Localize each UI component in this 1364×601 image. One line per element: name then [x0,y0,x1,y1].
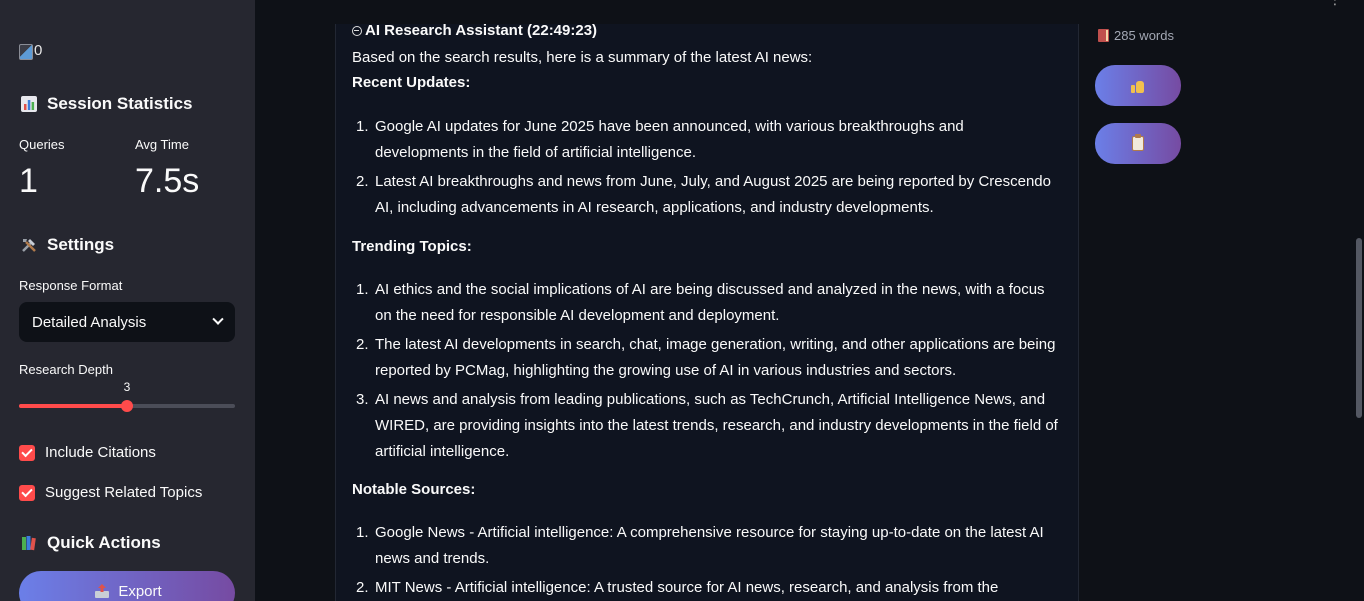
scrollbar[interactable] [1356,238,1362,418]
response-format-label: Response Format [19,278,123,293]
clipboard-icon [1132,134,1144,151]
research-depth-label: Research Depth [19,362,113,377]
settings-title: Settings [47,235,115,254]
notable-sources-list: 1. Google News - Artificial intelligence:… [356,520,1061,601]
recent-updates-list: 1. Google AI updates for June 2025 have b… [356,114,1061,224]
suggest-topics-label: Suggest Related Topics [45,484,203,501]
slider-fill [19,404,127,408]
include-citations-checkbox-row[interactable]: Include Citations [19,444,156,461]
logo: 0 [19,42,42,60]
include-citations-label: Include Citations [45,444,156,461]
app-root: 0 Session Statistics Queries 1 Avg Time … [0,0,1364,601]
robot-face-icon [352,25,362,36]
assistant-header-text: AI Research Assistant (22:49:23) [365,22,598,39]
chevron-down-icon [212,313,224,325]
books-icon [19,533,39,553]
logo-alt-text: 0 [34,42,43,59]
intro-text: Based on the search results, here is a s… [352,49,813,66]
list-item: 2. MIT News - Artificial intelligence: A … [356,579,999,596]
queries-value: 1 [19,162,38,200]
settings-heading: Settings [19,235,114,255]
word-count-text: 285 words [1114,28,1174,43]
list-item: 1. Google AI updates for June 2025 have b… [356,118,964,161]
hammer-wrench-icon [19,235,39,255]
avg-time-label: Avg Time [135,137,189,152]
research-depth-slider[interactable] [19,400,235,412]
slider-thumb[interactable] [121,400,133,412]
suggest-topics-checkbox[interactable] [19,484,35,501]
word-count: 285 words [1098,28,1174,43]
response-format-value: Detailed Analysis [32,313,147,331]
assistant-header: AI Research Assistant (22:49:23) [352,22,597,39]
outbox-tray-icon [92,581,112,601]
avg-time-value: 7.5s [135,162,200,200]
export-label: Export [118,582,162,600]
research-depth-value: 3 [123,380,131,394]
broken-image-icon [19,44,33,60]
quick-actions-title: Quick Actions [47,533,161,552]
copy-button[interactable] [1095,123,1181,164]
trending-topics-heading: Trending Topics: [352,238,472,255]
response-format-select[interactable]: Detailed Analysis [19,302,235,342]
list-item: 3. AI news and analysis from leading publ… [356,391,1058,460]
top-bar: ⋮ [255,0,1364,24]
recent-updates-heading: Recent Updates: [352,74,471,91]
notable-sources-heading: Notable Sources: [352,481,476,498]
like-button[interactable] [1095,65,1181,106]
queries-label: Queries [19,137,65,152]
session-stats-heading: Session Statistics [19,94,193,114]
book-icon [1098,29,1109,42]
list-item: 2. The latest AI developments in search, … [356,336,1056,379]
list-item: 1. Google News - Artificial intelligence:… [356,524,1044,567]
trending-topics-list: 1. AI ethics and the social implications … [356,277,1061,468]
list-item: 2. Latest AI breakthroughs and news from … [356,173,1051,216]
suggest-topics-checkbox-row[interactable]: Suggest Related Topics [19,484,202,501]
bar-chart-icon [19,94,39,114]
toolbar-menu-icon[interactable]: ⋮ [1328,0,1342,8]
session-stats-title: Session Statistics [47,94,193,113]
quick-actions-heading: Quick Actions [19,533,161,553]
export-button[interactable]: Export [19,571,235,601]
thumbs-up-icon [1131,79,1145,93]
include-citations-checkbox[interactable] [19,444,35,461]
sidebar: 0 Session Statistics Queries 1 Avg Time … [0,0,255,601]
list-item: 1. AI ethics and the social implications … [356,281,1045,324]
